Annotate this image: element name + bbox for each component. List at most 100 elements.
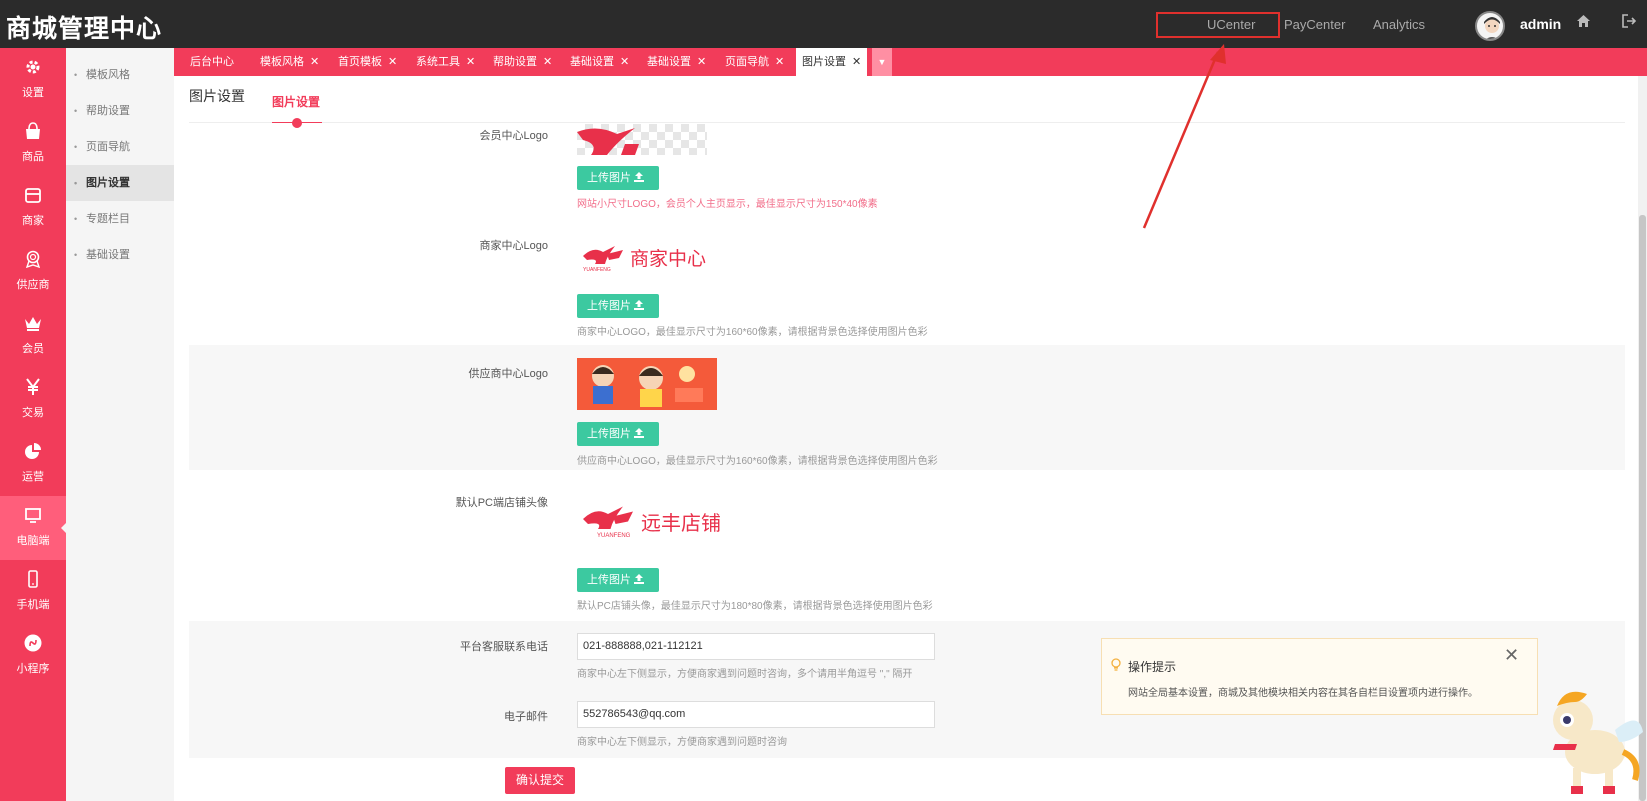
subtab-indicator-dot	[292, 118, 302, 128]
nav-paycenter[interactable]: PayCenter	[1284, 17, 1345, 32]
tab-label: 帮助设置	[493, 56, 537, 68]
sidebar-item-mobile[interactable]: 手机端	[0, 560, 66, 624]
member-logo-upload-button[interactable]: 上传图片	[577, 166, 659, 190]
nav-analytics[interactable]: Analytics	[1373, 17, 1425, 32]
sidebar-item-trade[interactable]: 交易	[0, 368, 66, 432]
tab-help-settings[interactable]: 帮助设置 ✕	[487, 48, 558, 76]
seller-logo-subtext: YUANFENG	[583, 267, 611, 273]
member-logo-label: 会员中心Logo	[479, 130, 548, 142]
upload-label: 上传图片	[587, 574, 631, 586]
close-icon[interactable]: ✕	[310, 56, 319, 68]
upload-label: 上传图片	[587, 428, 631, 440]
email-label: 电子邮件	[504, 711, 548, 723]
pony-mascot-icon[interactable]	[1535, 680, 1645, 801]
close-icon[interactable]: ✕	[466, 56, 475, 68]
logout-icon[interactable]	[1622, 14, 1637, 32]
shopping-bag-icon	[26, 122, 40, 139]
tab-image-settings[interactable]: 图片设置 ✕	[796, 48, 868, 76]
close-icon[interactable]: ✕	[1504, 645, 1519, 666]
store-icon	[25, 188, 41, 203]
tab-system-tools[interactable]: 系统工具 ✕	[410, 48, 481, 76]
tips-title: 操作提示	[1128, 660, 1177, 674]
email-input[interactable]: 552786543@qq.com	[577, 701, 935, 728]
sidebar-item-member[interactable]: 会员	[0, 304, 66, 368]
avatar-face-icon	[1484, 17, 1500, 39]
upload-label: 上传图片	[587, 300, 631, 312]
tab-label: 图片设置	[802, 56, 846, 68]
sidebar-label: 会员	[22, 343, 44, 355]
sidebar-item-settings[interactable]: 设置	[0, 48, 66, 112]
upload-icon	[634, 172, 644, 182]
submenu-item-template-style[interactable]: 模板风格	[66, 57, 174, 93]
close-icon[interactable]: ✕	[620, 56, 629, 68]
upload-label: 上传图片	[587, 172, 631, 184]
phone-input[interactable]: 021-888888,021-112121	[577, 633, 935, 660]
seller-logo-upload-button[interactable]: 上传图片	[577, 294, 659, 318]
close-icon[interactable]: ✕	[775, 56, 784, 68]
phone-label: 平台客服联系电话	[460, 641, 548, 653]
tab-label: 首页模板	[338, 56, 382, 68]
sub-menu: 模板风格 帮助设置 页面导航 图片设置 专题栏目 基础设置	[66, 48, 174, 801]
yen-icon	[26, 378, 40, 395]
tab-basic-settings-2[interactable]: 基础设置 ✕	[641, 48, 712, 76]
submenu-item-image-settings[interactable]: 图片设置	[66, 165, 174, 201]
tab-dashboard[interactable]: 后台中心	[184, 48, 240, 76]
close-icon[interactable]: ✕	[852, 56, 861, 68]
miniprogram-icon	[24, 634, 42, 652]
store-avatar-help: 默认PC店铺头像，最佳显示尺寸为180*80像素，请根据背景色选择使用图片色彩	[577, 601, 933, 612]
submenu-item-page-nav[interactable]: 页面导航	[66, 129, 174, 165]
close-icon[interactable]: ✕	[543, 56, 552, 68]
tab-template-style[interactable]: 模板风格 ✕	[254, 48, 325, 76]
tab-more-dropdown[interactable]: ▼	[872, 48, 892, 76]
tab-bar: 后台中心 模板风格 ✕ 首页模板 ✕ 系统工具 ✕ 帮助设置 ✕ 基础设置 ✕ 基础设置 ✕…	[174, 48, 1647, 76]
divider	[189, 122, 1625, 123]
subtab-image-settings[interactable]: 图片设置	[272, 93, 320, 110]
tab-label: 系统工具	[416, 56, 460, 68]
store-avatar-label: 默认PC端店铺头像	[455, 497, 548, 509]
lightbulb-icon	[1110, 658, 1122, 675]
avatar[interactable]	[1475, 11, 1505, 41]
home-icon[interactable]	[1576, 14, 1591, 32]
seller-logo-preview: 商家中心 YUANFENG	[577, 240, 717, 274]
sidebar-item-supplier[interactable]: 供应商	[0, 240, 66, 304]
tab-label: 基础设置	[570, 56, 614, 68]
tab-basic-settings[interactable]: 基础设置 ✕	[564, 48, 635, 76]
pie-chart-icon	[25, 443, 41, 459]
sidebar-label: 电脑端	[16, 535, 50, 547]
sidebar-label: 运营	[22, 471, 44, 483]
sidebar-item-operation[interactable]: 运营	[0, 432, 66, 496]
store-avatar-text: 远丰店铺	[641, 511, 721, 535]
close-icon[interactable]: ✕	[388, 56, 397, 68]
sidebar-item-miniprogram[interactable]: 小程序	[0, 624, 66, 688]
submit-button[interactable]: 确认提交	[505, 767, 575, 794]
upload-icon	[634, 574, 644, 584]
gear-icon	[26, 60, 40, 74]
upload-icon	[634, 300, 644, 310]
tab-home-template[interactable]: 首页模板 ✕	[332, 48, 403, 76]
store-avatar-upload-button[interactable]: 上传图片	[577, 568, 659, 592]
supplier-logo-upload-button[interactable]: 上传图片	[577, 422, 659, 446]
sidebar-item-goods[interactable]: 商品	[0, 112, 66, 176]
chevron-down-icon: ▼	[877, 57, 887, 67]
submenu-item-topics[interactable]: 专题栏目	[66, 201, 174, 237]
store-avatar-subtext: YUANFENG	[597, 533, 631, 539]
phone-help: 商家中心左下侧显示，方便商家遇到问题时咨询，多个请用半角逗号 "," 隔开	[577, 669, 913, 680]
cartoon-banner-icon	[577, 358, 717, 410]
supplier-logo-preview	[577, 358, 717, 410]
sidebar-item-pc[interactable]: 电脑端	[0, 496, 67, 560]
close-icon[interactable]: ✕	[697, 56, 706, 68]
admin-username[interactable]: admin	[1520, 16, 1561, 32]
sidebar-label: 设置	[22, 87, 44, 99]
tab-label: 模板风格	[260, 56, 304, 68]
submenu-item-basic-settings[interactable]: 基础设置	[66, 237, 174, 273]
brand-title: 商城管理中心	[6, 15, 163, 43]
sidebar-label: 商品	[22, 151, 44, 163]
tab-label: 页面导航	[725, 56, 769, 68]
store-avatar-preview: 远丰店铺 YUANFENG	[577, 500, 737, 540]
ucenter-highlight-box	[1156, 12, 1280, 38]
sidebar-item-merchant[interactable]: 商家	[0, 176, 66, 240]
monitor-icon	[25, 508, 41, 523]
tab-page-nav[interactable]: 页面导航 ✕	[719, 48, 790, 76]
submenu-item-help-settings[interactable]: 帮助设置	[66, 93, 174, 129]
phone-icon	[28, 570, 38, 588]
